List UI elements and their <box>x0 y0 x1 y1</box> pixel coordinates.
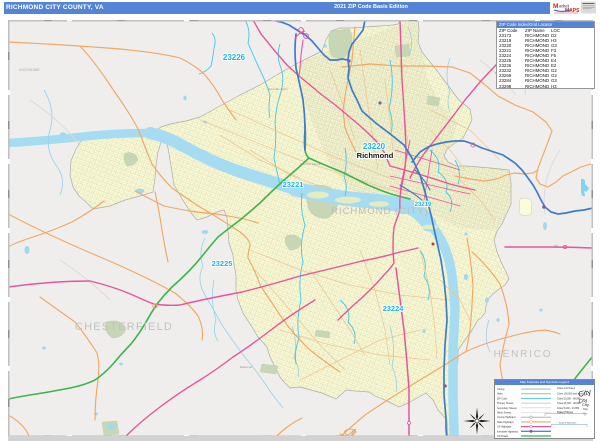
svg-text:23225: 23225 <box>212 259 233 268</box>
svg-text:City: City <box>583 407 588 411</box>
svg-text:23220: 23220 <box>363 142 386 151</box>
svg-text:23221: 23221 <box>283 180 304 189</box>
svg-text:ZIP Code: ZIP Code <box>497 397 508 400</box>
svg-text:Secondary Streets: Secondary Streets <box>497 407 517 410</box>
svg-text:State Highways: State Highways <box>497 421 514 424</box>
svg-text:23226: 23226 <box>223 53 246 62</box>
svg-text:HENRICO: HENRICO <box>494 349 553 360</box>
svg-text:23219: 23219 <box>415 202 432 208</box>
svg-text:CHESTERFIELD: CHESTERFIELD <box>75 321 173 333</box>
svg-text:Scale of Miles: Scale of Miles <box>557 412 569 414</box>
svg-text:Primary Streets: Primary Streets <box>497 402 514 405</box>
svg-text:County: County <box>497 388 505 391</box>
svg-text:Interstate Highways: Interstate Highways <box>497 430 519 433</box>
svg-text:Richmond: Richmond <box>357 151 394 160</box>
svg-text:Cities 25,000 - 49,999: Cities 25,000 - 49,999 <box>557 402 581 405</box>
svg-text:Glenside North: Glenside North <box>268 87 288 91</box>
svg-text:Minor Streets: Minor Streets <box>497 412 512 415</box>
svg-text:GOOCHLAND: GOOCHLAND <box>19 68 40 72</box>
svg-text:Cities and Towns: Cities and Towns <box>557 387 576 390</box>
svg-text:23224: 23224 <box>383 304 405 313</box>
svg-text:Bellwood: Bellwood <box>240 365 253 369</box>
svg-text:Windsor Farms: Windsor Farms <box>300 162 321 166</box>
svg-text:Cities 5,000 - 24,999: Cities 5,000 - 24,999 <box>557 407 580 410</box>
svg-text:Scale of Kilometers: Scale of Kilometers <box>559 422 576 425</box>
svg-text:Toll Roads: Toll Roads <box>497 435 509 438</box>
svg-text:State: State <box>497 393 503 396</box>
svg-text:M: M <box>553 3 558 10</box>
svg-text:US Highways: US Highways <box>497 426 512 429</box>
svg-text:County Highways: County Highways <box>497 416 516 419</box>
